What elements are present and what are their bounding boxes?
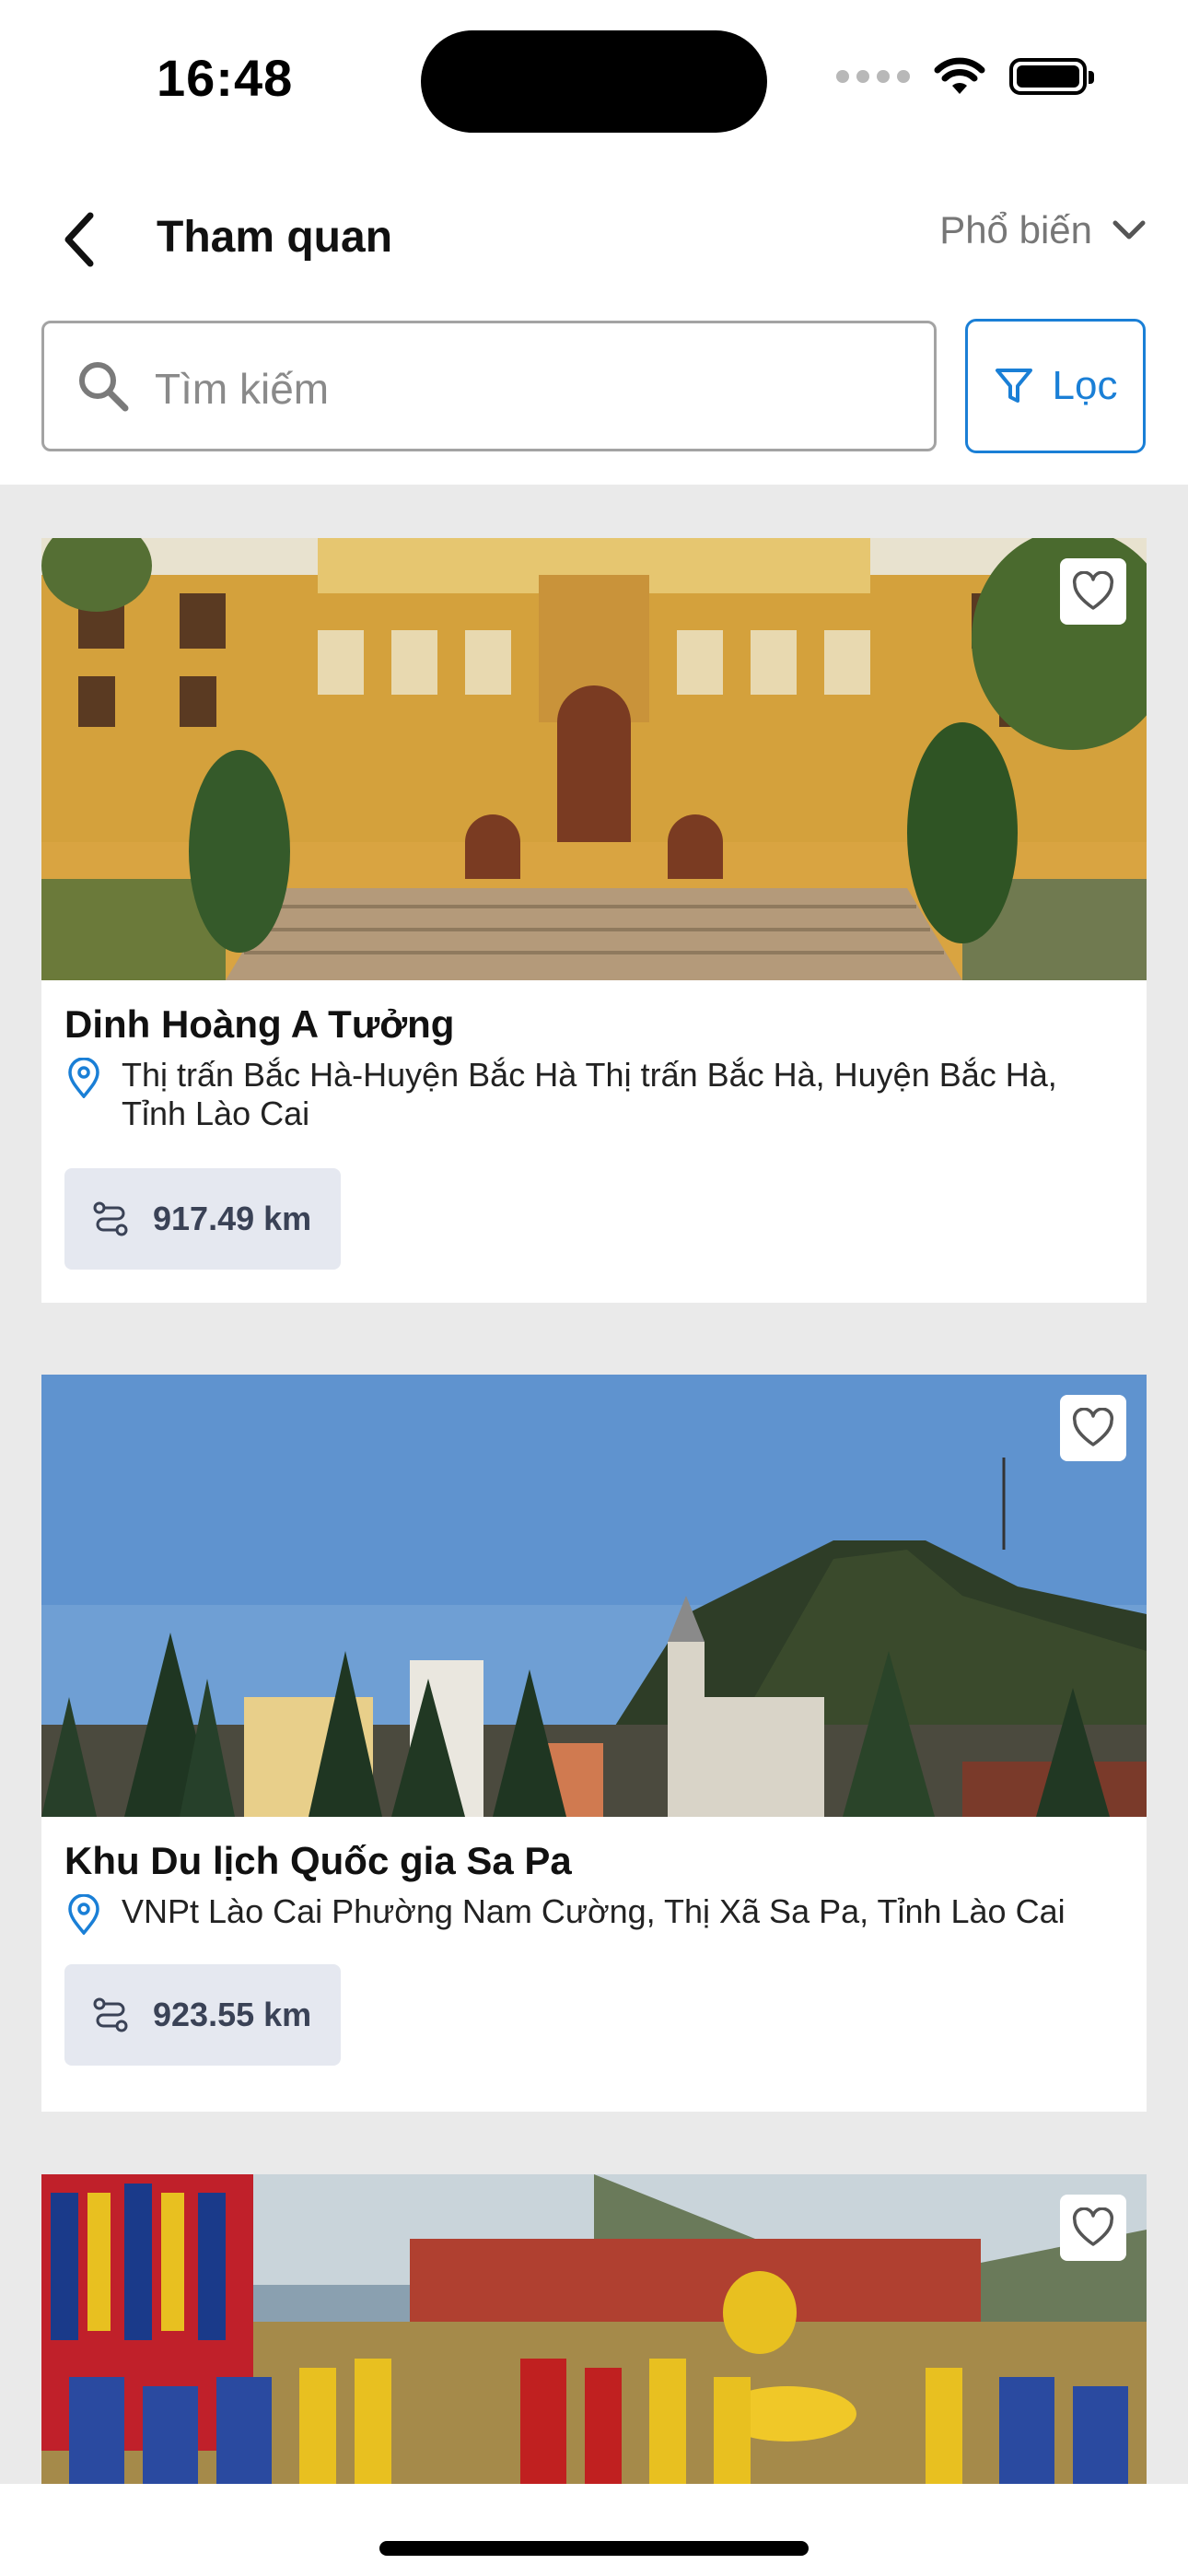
place-card[interactable] [41,2174,1147,2484]
heart-icon [1072,1408,1114,1446]
location-pin-icon [68,1894,99,1935]
favorite-button[interactable] [1060,1395,1126,1461]
search-input[interactable] [153,351,912,427]
places-list[interactable]: Dinh Hoàng A Tưởng Thị trấn Bắc Hà-Huyện… [0,485,1188,2484]
chevron-left-icon [64,212,94,267]
chevron-down-icon [1112,220,1146,240]
favorite-button[interactable] [1060,558,1126,625]
status-time: 16:48 [157,49,294,107]
status-bar: 16:48 [0,0,1188,157]
sort-dropdown[interactable]: Phổ biến [939,208,1146,252]
location-pin-icon [68,1058,99,1098]
home-indicator[interactable] [379,2541,809,2556]
place-address: VNPt Lào Cai Phường Nam Cường, Thị Xã Sa… [64,1892,1124,1935]
place-address-text: Thị trấn Bắc Hà-Huyện Bắc Hà Thị trấn Bắ… [122,1056,1057,1132]
route-icon [93,1997,128,2032]
search-icon [79,362,129,412]
place-address-text: VNPt Lào Cai Phường Nam Cường, Thị Xã Sa… [122,1892,1066,1930]
back-button[interactable] [52,210,107,269]
place-card[interactable]: Khu Du lịch Quốc gia Sa Pa VNPt Lào Cai … [41,1375,1147,2112]
place-photo [41,1375,1147,1817]
navigation-header: Tham quan Phổ biến [0,184,1188,295]
place-address: Thị trấn Bắc Hà-Huyện Bắc Hà Thị trấn Bắ… [64,1056,1124,1133]
place-card[interactable]: Dinh Hoàng A Tưởng Thị trấn Bắc Hà-Huyện… [41,538,1147,1303]
search-box[interactable] [41,321,937,451]
distance-badge: 917.49 km [64,1168,342,1270]
route-icon [93,1201,128,1236]
distance-badge: 923.55 km [64,1964,342,2066]
distance-value: 917.49 km [153,1200,312,1237]
heart-icon [1072,2207,1114,2246]
place-name: Khu Du lịch Quốc gia Sa Pa [64,1839,572,1882]
place-name: Dinh Hoàng A Tưởng [64,1002,455,1046]
filter-icon [995,369,1032,403]
heart-icon [1072,571,1114,610]
filter-button[interactable]: Lọc [965,319,1146,453]
sort-label: Phổ biến [939,208,1092,252]
favorite-button[interactable] [1060,2195,1126,2261]
dynamic-island [421,30,767,133]
battery-icon [1009,58,1094,95]
filter-label: Lọc [1052,363,1118,408]
page-title: Tham quan [157,213,393,262]
wifi-icon [934,57,985,94]
cellular-signal-icon [836,70,910,83]
home-indicator-area [0,2484,1188,2576]
place-photo [41,2174,1147,2484]
status-icons [836,57,1094,96]
distance-value: 923.55 km [153,1996,312,2033]
place-photo [41,538,1147,980]
